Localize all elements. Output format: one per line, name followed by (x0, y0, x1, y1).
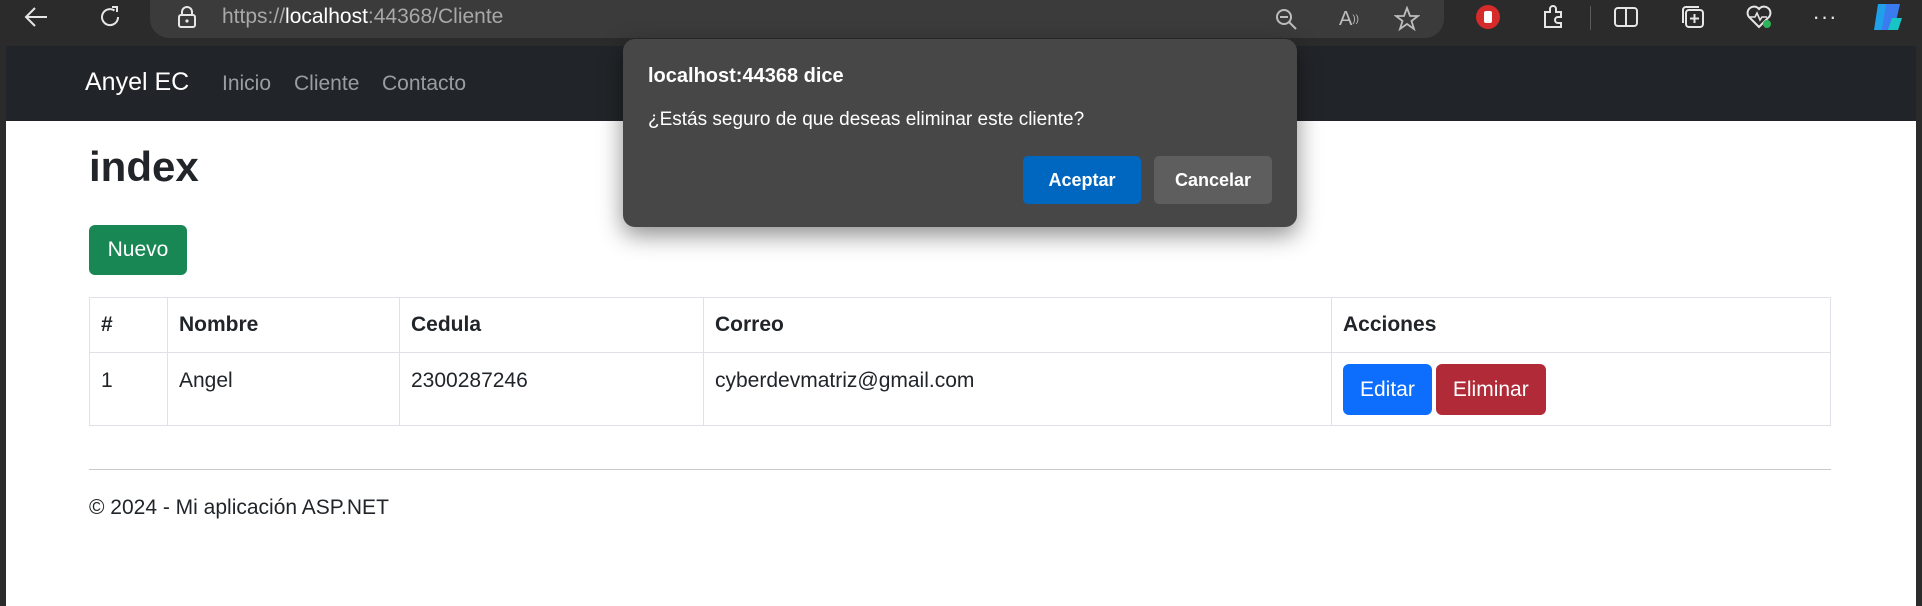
cancel-button[interactable]: Cancelar (1154, 156, 1272, 204)
zoom-out-icon[interactable] (1272, 2, 1300, 36)
health-icon[interactable] (1744, 0, 1774, 34)
favorite-star-icon[interactable] (1392, 2, 1422, 36)
delete-button[interactable]: Eliminar (1435, 364, 1546, 415)
cell-acciones: Editar Eliminar (1331, 352, 1831, 426)
back-icon[interactable] (22, 0, 50, 34)
cell-nombre: Angel (167, 352, 400, 426)
accept-button[interactable]: Aceptar (1023, 156, 1141, 204)
column-header-nombre: Nombre (167, 297, 400, 353)
table-row: 1 Angel 2300287246 cyberdevmatriz@gmail.… (89, 352, 1831, 426)
cell-cedula: 2300287246 (399, 352, 704, 426)
edit-button[interactable]: Editar (1343, 364, 1432, 415)
read-aloud-icon[interactable]: A)) (1334, 2, 1364, 36)
column-header-cedula: Cedula (399, 297, 704, 353)
url-text[interactable]: https://localhost:44368/Cliente (222, 5, 503, 29)
cell-correo: cyberdevmatriz@gmail.com (703, 352, 1332, 426)
split-screen-icon[interactable] (1611, 0, 1641, 34)
footer-text: © 2024 - Mi aplicación ASP.NET (89, 496, 389, 519)
cell-id: 1 (89, 352, 168, 426)
confirm-dialog: localhost:44368 dice ¿Estás seguro de qu… (623, 39, 1297, 227)
dialog-message: ¿Estás seguro de que deseas eliminar est… (648, 109, 1085, 130)
lock-icon[interactable] (178, 6, 196, 33)
footer-divider (89, 469, 1831, 470)
more-icon[interactable]: ··· (1810, 0, 1840, 34)
collections-icon[interactable] (1678, 0, 1708, 34)
navbar-brand[interactable]: Anyel EC (85, 68, 189, 97)
extensions-icon[interactable] (1538, 0, 1568, 34)
block-extension-icon[interactable] (1474, 0, 1502, 34)
toolbar-separator (1590, 6, 1591, 30)
new-client-button[interactable]: Nuevo (89, 225, 187, 275)
table-header-row: # Nombre Cedula Correo Acciones (89, 297, 1831, 353)
column-header-id: # (89, 297, 168, 353)
dialog-title: localhost:44368 dice (648, 65, 844, 87)
column-header-acciones: Acciones (1331, 297, 1831, 353)
clients-table: # Nombre Cedula Correo Acciones 1 Angel … (89, 297, 1831, 426)
copilot-icon[interactable] (1868, 0, 1908, 34)
nav-link-contacto[interactable]: Contacto (382, 72, 466, 96)
column-header-correo: Correo (703, 297, 1332, 353)
nav-link-inicio[interactable]: Inicio (222, 72, 271, 96)
nav-link-cliente[interactable]: Cliente (294, 72, 359, 96)
browser-toolbar: https://localhost:44368/Cliente A)) ··· (0, 0, 1922, 38)
address-bar[interactable]: https://localhost:44368/Cliente A)) (150, 0, 1444, 38)
page-title: index (89, 143, 199, 190)
refresh-icon[interactable] (96, 0, 124, 34)
